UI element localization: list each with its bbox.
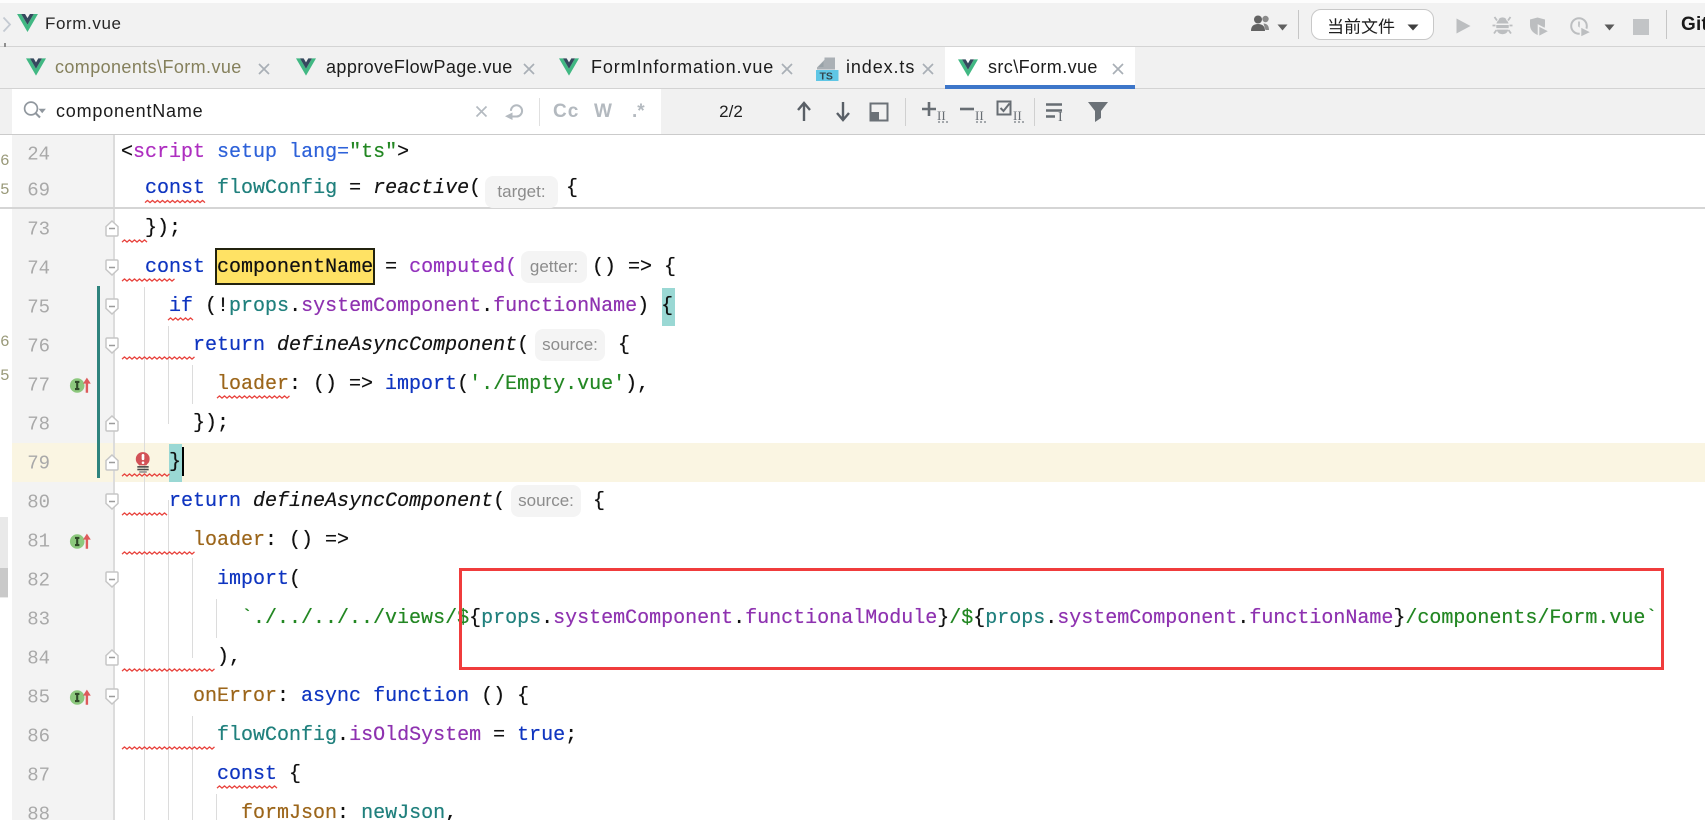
svg-text:II: II xyxy=(975,108,984,123)
svg-text:TS: TS xyxy=(820,70,833,82)
svg-text:II: II xyxy=(1013,108,1022,123)
svg-text:I: I xyxy=(1058,110,1063,122)
svg-text:II: II xyxy=(937,108,946,123)
